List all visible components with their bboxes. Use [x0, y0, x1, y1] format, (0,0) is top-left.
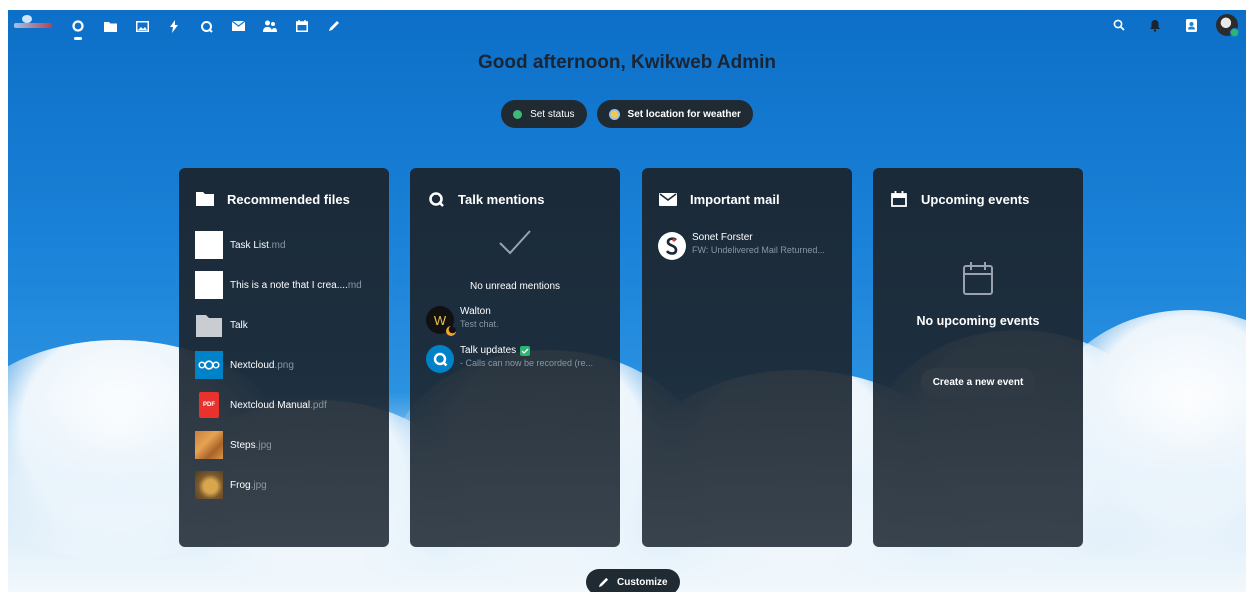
- widget-title: Upcoming events: [921, 191, 1030, 207]
- calendar-icon: [889, 190, 909, 208]
- top-navigation-bar: [8, 10, 1246, 40]
- weather-icon: [608, 108, 620, 120]
- talk-mentions-widget: Talk mentions No unread mentions W Walto…: [410, 168, 620, 547]
- file-name: Steps: [230, 439, 256, 451]
- greeting-title: Good afternoon, Kwikweb Admin: [477, 52, 777, 73]
- set-status-label: Set status: [530, 108, 575, 120]
- talk-icon: [426, 190, 446, 208]
- file-name: Nextcloud: [230, 359, 275, 371]
- image-thumbnail: [195, 431, 223, 459]
- pdf-thumbnail-icon: PDF: [195, 391, 223, 419]
- widget-title: Important mail: [690, 191, 780, 207]
- notifications-icon[interactable]: [1144, 14, 1166, 36]
- user-avatar[interactable]: [1216, 14, 1239, 37]
- mail-item[interactable]: Sonet Forster FW: Undelivered Mail Retur…: [658, 232, 825, 260]
- empty-state-text: No upcoming events: [916, 314, 1040, 328]
- file-name: Talk: [230, 319, 248, 331]
- photos-icon[interactable]: [130, 16, 154, 36]
- file-item[interactable]: Nextcloud.png: [195, 351, 294, 379]
- file-item[interactable]: Talk: [195, 311, 248, 339]
- set-location-label: Set location for weather: [627, 108, 741, 120]
- customize-label: Customize: [617, 576, 668, 588]
- image-thumbnail: [195, 471, 223, 499]
- create-event-button[interactable]: Create a new event: [920, 368, 1036, 396]
- mail-icon: [658, 190, 678, 208]
- document-thumbnail: [195, 271, 223, 299]
- conversation-preview: - Calls can now be recorded (re...: [460, 358, 594, 368]
- calendar-icon[interactable]: [290, 16, 314, 36]
- folder-icon: [195, 190, 215, 208]
- widget-header: Recommended files: [195, 190, 350, 208]
- widget-title: Recommended files: [227, 191, 350, 207]
- file-name: Task List: [230, 239, 269, 251]
- notes-icon[interactable]: [322, 16, 346, 36]
- set-status-button[interactable]: Set status: [501, 100, 587, 128]
- talk-updates-avatar: [426, 345, 454, 373]
- empty-state-text: No unread mentions: [469, 281, 561, 292]
- dashboard-icon[interactable]: [66, 16, 90, 40]
- file-item[interactable]: Steps.jpg: [195, 431, 272, 459]
- contacts-icon[interactable]: [258, 16, 282, 36]
- conversation-item[interactable]: Talk updates - Calls can now be recorded…: [426, 345, 593, 373]
- conversation-name: Talk updates: [460, 345, 517, 356]
- empty-calendar-icon: [873, 260, 1083, 301]
- conversation-name: Walton: [460, 306, 491, 317]
- file-item[interactable]: Task List.md: [195, 231, 286, 259]
- widget-header: Upcoming events: [889, 190, 1029, 208]
- folder-thumbnail-icon: [195, 311, 223, 339]
- checkmark-icon: [410, 228, 620, 261]
- header-right: [1108, 14, 1239, 37]
- recommended-files-widget: Recommended files Task List.md This is a…: [179, 168, 389, 547]
- app-menu: [66, 16, 346, 40]
- mail-icon[interactable]: [226, 16, 250, 36]
- talk-icon[interactable]: [194, 16, 218, 36]
- online-status-icon: [513, 109, 523, 119]
- file-extension: md: [347, 279, 362, 291]
- widget-title: Talk mentions: [458, 191, 545, 207]
- file-extension: .pdf: [310, 399, 327, 411]
- away-status-icon: [446, 326, 456, 336]
- nextcloud-logo[interactable]: [14, 15, 54, 31]
- file-name: This is a note that I crea....: [230, 279, 348, 291]
- upcoming-events-widget: Upcoming events No upcoming events Creat…: [873, 168, 1083, 547]
- mail-subject: FW: Undelivered Mail Returned...: [692, 245, 825, 255]
- status-row: Set status Set location for weather: [8, 100, 1246, 128]
- file-extension: .jpg: [250, 479, 267, 491]
- nextcloud-thumbnail: [195, 351, 223, 379]
- document-thumbnail: [195, 231, 223, 259]
- file-item[interactable]: Frog.jpg: [195, 471, 267, 499]
- widget-header: Important mail: [658, 190, 780, 208]
- contacts-menu-icon[interactable]: [1180, 14, 1202, 36]
- widget-header: Talk mentions: [426, 190, 544, 208]
- file-name: Frog: [230, 479, 251, 491]
- file-item[interactable]: This is a note that I crea....md: [195, 271, 362, 299]
- verified-check-icon: [520, 345, 531, 356]
- file-item[interactable]: PDF Nextcloud Manual.pdf: [195, 391, 327, 419]
- customize-button[interactable]: Customize: [586, 569, 680, 592]
- pencil-icon: [598, 577, 609, 587]
- file-extension: .png: [274, 359, 294, 371]
- pdf-label: PDF: [199, 392, 219, 418]
- search-icon[interactable]: [1108, 14, 1130, 36]
- set-location-button[interactable]: Set location for weather: [596, 100, 753, 128]
- file-name: Nextcloud Manual: [230, 399, 311, 411]
- activity-icon[interactable]: [162, 16, 186, 36]
- conversation-item[interactable]: W Walton Test chat.: [426, 306, 499, 336]
- sender-avatar: [658, 232, 686, 260]
- important-mail-widget: Important mail Sonet Forster FW: Undeliv…: [642, 168, 852, 547]
- avatar: W: [426, 306, 456, 336]
- conversation-preview: Test chat.: [460, 319, 499, 329]
- dashboard-background: Good afternoon, Kwikweb Admin Set status…: [8, 10, 1246, 592]
- mail-sender: Sonet Forster: [692, 232, 753, 243]
- file-extension: .md: [268, 239, 286, 251]
- avatar-letter: W: [433, 312, 447, 328]
- files-icon[interactable]: [98, 16, 122, 36]
- file-extension: .jpg: [255, 439, 272, 451]
